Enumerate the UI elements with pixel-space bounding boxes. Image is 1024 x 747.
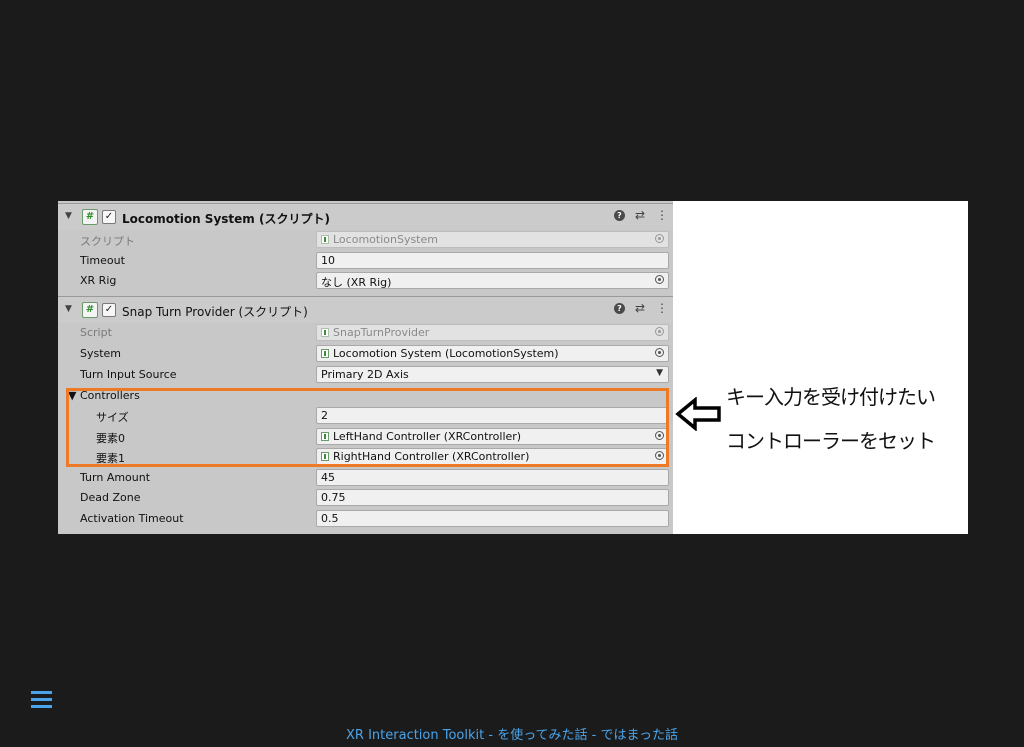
field-value: 45 bbox=[321, 471, 335, 484]
enable-checkbox[interactable]: ✓ bbox=[102, 303, 116, 317]
object-picker-icon[interactable] bbox=[655, 348, 664, 357]
dead-zone-input[interactable]: 0.75 bbox=[316, 489, 669, 506]
property-row: Activation Timeout 0.5 bbox=[58, 509, 673, 529]
property-label: XR Rig bbox=[80, 274, 117, 287]
dropdown-arrow-icon[interactable]: ▼ bbox=[656, 368, 663, 378]
turn-amount-input[interactable]: 45 bbox=[316, 469, 669, 486]
unity-inspector: ▼ # ✓ Locomotion System (スクリプト) ? ⇄ ⋮ スク… bbox=[58, 201, 673, 534]
timeout-input[interactable]: 10 bbox=[316, 252, 669, 269]
presentation-title: XR Interaction Toolkit - を使ってみた話 - ではまった… bbox=[346, 728, 678, 743]
presets-icon[interactable]: ⇄ bbox=[635, 208, 645, 222]
script-file-icon bbox=[321, 349, 329, 358]
script-icon: # bbox=[82, 209, 98, 225]
field-value: なし (XR Rig) bbox=[321, 276, 392, 289]
field-value: Locomotion System (LocomotionSystem) bbox=[333, 347, 559, 360]
foldout-arrow-icon[interactable]: ▼ bbox=[65, 304, 72, 314]
script-field: SnapTurnProvider bbox=[316, 324, 669, 341]
controllers-highlight-box bbox=[66, 388, 669, 467]
help-icon[interactable]: ? bbox=[614, 210, 625, 221]
property-row: Script SnapTurnProvider bbox=[58, 323, 673, 343]
field-value: LocomotionSystem bbox=[333, 233, 438, 246]
script-file-icon bbox=[321, 328, 329, 337]
foldout-arrow-icon[interactable]: ▼ bbox=[65, 211, 72, 221]
activation-timeout-input[interactable]: 0.5 bbox=[316, 510, 669, 527]
object-picker-icon bbox=[655, 327, 664, 336]
property-row: Turn Input Source Primary 2D Axis ▼ bbox=[58, 365, 673, 385]
component-title: Locomotion System (スクリプト) bbox=[122, 212, 330, 226]
property-row: XR Rig なし (XR Rig) bbox=[58, 271, 673, 291]
field-value: SnapTurnProvider bbox=[333, 326, 430, 339]
hamburger-menu-icon[interactable] bbox=[31, 691, 52, 709]
property-row: System Locomotion System (LocomotionSyst… bbox=[58, 344, 673, 364]
more-options-icon[interactable]: ⋮ bbox=[656, 301, 668, 315]
more-options-icon[interactable]: ⋮ bbox=[656, 208, 668, 222]
field-value: 10 bbox=[321, 254, 335, 267]
object-picker-icon[interactable] bbox=[655, 275, 664, 284]
component-title: Snap Turn Provider (スクリプト) bbox=[122, 305, 308, 319]
annotation-line-2: コントローラーをセット bbox=[726, 429, 936, 453]
property-label: Turn Input Source bbox=[80, 368, 177, 381]
property-row: Timeout 10 bbox=[58, 251, 673, 271]
property-row: Dead Zone 0.75 bbox=[58, 488, 673, 508]
property-label: スクリプト bbox=[80, 235, 135, 248]
system-field[interactable]: Locomotion System (LocomotionSystem) bbox=[316, 345, 669, 362]
slide-image: ▼ # ✓ Locomotion System (スクリプト) ? ⇄ ⋮ スク… bbox=[58, 201, 968, 534]
field-value: 0.5 bbox=[321, 512, 339, 525]
object-picker-icon bbox=[655, 234, 664, 243]
script-file-icon bbox=[321, 235, 329, 244]
locomotion-system-header[interactable]: ▼ # ✓ Locomotion System (スクリプト) ? ⇄ ⋮ bbox=[58, 203, 673, 230]
property-label: Script bbox=[80, 326, 112, 339]
field-value: 0.75 bbox=[321, 491, 346, 504]
property-label: Dead Zone bbox=[80, 491, 141, 504]
property-label: Timeout bbox=[80, 254, 125, 267]
property-row: スクリプト LocomotionSystem bbox=[58, 230, 673, 250]
enable-checkbox[interactable]: ✓ bbox=[102, 210, 116, 224]
property-label: Turn Amount bbox=[80, 471, 151, 484]
script-icon: # bbox=[82, 302, 98, 318]
snap-turn-provider-header[interactable]: ▼ # ✓ Snap Turn Provider (スクリプト) ? ⇄ ⋮ bbox=[58, 296, 673, 323]
script-field: LocomotionSystem bbox=[316, 231, 669, 248]
help-icon[interactable]: ? bbox=[614, 303, 625, 314]
property-label: System bbox=[80, 347, 122, 360]
property-label: Activation Timeout bbox=[80, 512, 184, 525]
field-value: Primary 2D Axis bbox=[321, 368, 409, 381]
presets-icon[interactable]: ⇄ bbox=[635, 301, 645, 315]
turn-input-source-dropdown[interactable]: Primary 2D Axis ▼ bbox=[316, 366, 669, 383]
annotation-line-1: キー入力を受け付けたい bbox=[726, 385, 936, 409]
property-row: Turn Amount 45 bbox=[58, 468, 673, 488]
xr-rig-field[interactable]: なし (XR Rig) bbox=[316, 272, 669, 289]
left-arrow-outline-icon bbox=[675, 397, 721, 431]
